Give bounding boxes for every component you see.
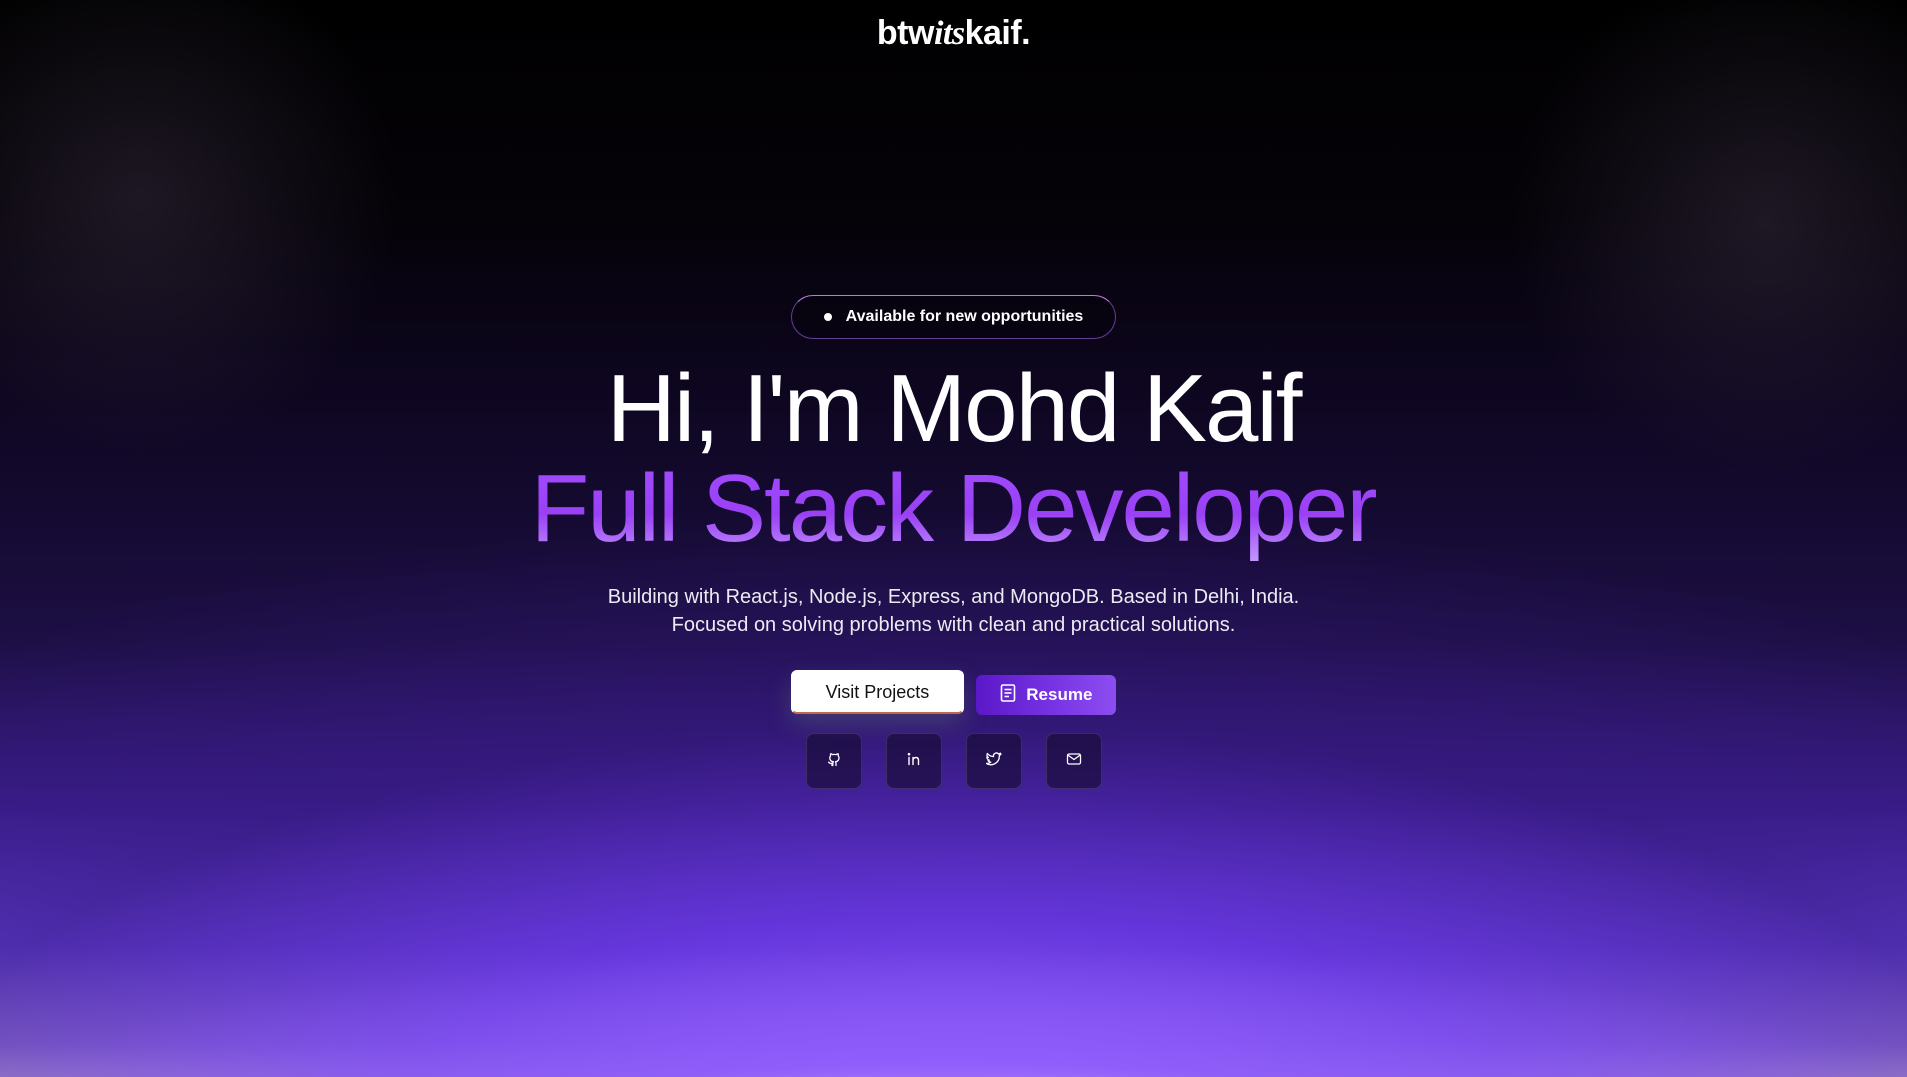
description-line-2: Focused on solving problems with clean a… (671, 614, 1236, 636)
visit-projects-button[interactable]: Visit Projects (790, 670, 965, 714)
status-dot-icon (823, 313, 832, 321)
resume-button[interactable]: Resume (976, 675, 1117, 715)
page: btwitskaif. Available for new opportunit… (0, 0, 1907, 1077)
github-link[interactable] (805, 733, 862, 789)
linkedin-icon (906, 751, 922, 772)
twitter-link[interactable] (965, 733, 1022, 789)
hero-headline: Hi, I'm Mohd Kaif (606, 355, 1303, 462)
social-links (805, 733, 1102, 789)
resume-label: Resume (1026, 685, 1093, 704)
twitter-icon (985, 751, 1002, 772)
description-line-1: Building with React.js, Node.js, Express… (607, 586, 1300, 608)
cta-buttons: Visit Projects Resume (790, 669, 1117, 715)
document-icon (1000, 683, 1016, 707)
linkedin-link[interactable] (885, 733, 942, 789)
availability-badge: Available for new opportunities (790, 295, 1117, 339)
hero-section: Available for new opportunities Hi, I'm … (0, 0, 1907, 789)
email-link[interactable] (1045, 733, 1102, 789)
hero-subhead: Full Stack Developer (530, 455, 1379, 562)
badge-label: Available for new opportunities (845, 308, 1084, 325)
hero-description: Building with React.js, Node.js, Express… (608, 583, 1299, 639)
mail-icon (1066, 751, 1082, 772)
github-icon (826, 751, 842, 772)
